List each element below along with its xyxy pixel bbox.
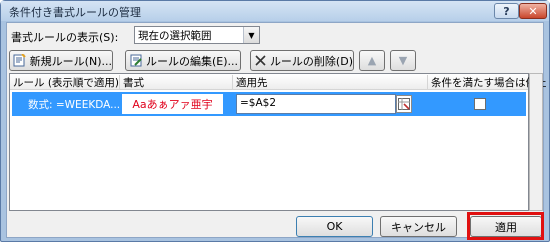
edit-rule-button[interactable]: ルールの編集(E)... (125, 50, 241, 71)
move-down-button[interactable]: ▼ (390, 50, 416, 71)
move-up-button[interactable]: ▲ (359, 50, 385, 71)
close-button[interactable]: ✕ (519, 3, 547, 19)
ok-button[interactable]: OK (296, 216, 373, 237)
arrow-down-icon: ▼ (398, 54, 408, 67)
title-bar: 条件付き書式ルールの管理 ? ✕ (1, 1, 549, 21)
dialog-window: 条件付き書式ルールの管理 ? ✕ 書式ルールの表示(S): 現在の選択範囲 ▼ … (0, 0, 550, 242)
vertical-scrollbar[interactable] (529, 73, 543, 211)
applies-to-field[interactable]: =$A$2 (236, 94, 396, 114)
apply-highlight-frame (467, 212, 544, 240)
stop-if-true-checkbox[interactable] (474, 98, 486, 110)
cancel-button[interactable]: キャンセル (380, 216, 457, 237)
edit-rule-icon (129, 54, 143, 68)
cancel-label: キャンセル (391, 220, 446, 234)
column-header-rule[interactable]: ルール (表示順で適用) (10, 75, 120, 89)
rules-list-header: ルール (表示順で適用) 書式 適用先 条件を満たす場合は停止 (10, 74, 547, 90)
delete-rule-button[interactable]: ルールの削除(D) (250, 50, 354, 71)
delete-rule-label: ルールの削除(D) (269, 54, 353, 68)
new-rule-icon (13, 54, 27, 68)
delete-icon (254, 54, 267, 68)
column-header-applies-to[interactable]: 適用先 (233, 75, 428, 89)
new-rule-label: 新規ルール(N)... (29, 54, 112, 68)
help-button[interactable]: ? (494, 3, 519, 19)
rule-condition: 数式: =WEEKDA... (28, 99, 121, 111)
show-rules-dropdown[interactable]: 現在の選択範囲 ▼ (134, 26, 260, 44)
table-row[interactable]: 数式: =WEEKDA... Aaあぁアァ亜宇 =$A$2 (12, 92, 526, 116)
new-rule-button[interactable]: 新規ルール(N)... (9, 50, 113, 71)
rules-list: ルール (表示順で適用) 書式 適用先 条件を満たす場合は停止 数式: =WEE… (9, 73, 547, 211)
range-picker-icon[interactable] (396, 95, 412, 113)
dialog-title: 条件付き書式ルールの管理 (9, 6, 141, 19)
edit-rule-label: ルールの編集(E)... (146, 54, 239, 68)
column-header-format[interactable]: 書式 (120, 75, 233, 89)
show-rules-value: 現在の選択範囲 (138, 30, 212, 42)
ok-label: OK (326, 220, 343, 233)
dialog-body: 書式ルールの表示(S): 現在の選択範囲 ▼ 新規ルール(N)... ルールの編… (6, 22, 547, 240)
chevron-down-icon[interactable]: ▼ (243, 27, 259, 43)
arrow-up-icon: ▲ (367, 54, 377, 67)
column-header-stop-if-true[interactable]: 条件を満たす場合は停止 (428, 75, 547, 89)
show-rules-label: 書式ルールの表示(S): (11, 31, 119, 44)
format-preview: Aaあぁアァ亜宇 (122, 94, 223, 114)
